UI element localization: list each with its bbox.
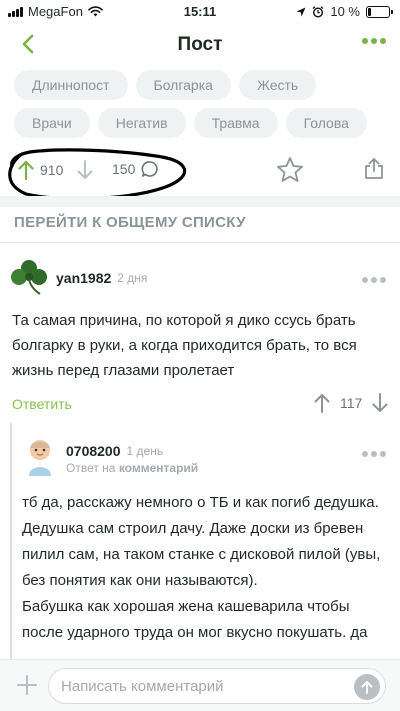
comments-count: 150 [112, 161, 136, 177]
post-action-bar: 910 150 [0, 140, 400, 196]
tag-chip[interactable]: Длиннопост [14, 70, 128, 100]
tag-chip[interactable]: Травма [193, 108, 278, 138]
reply-button[interactable]: Ответить [12, 396, 72, 412]
comment-username[interactable]: yan1982 [56, 270, 111, 286]
comment-header: yan1982 2 дня [56, 270, 147, 286]
rating-value: 910 [40, 162, 64, 178]
divider [0, 242, 400, 243]
status-right: 10 % [296, 4, 393, 19]
comment-vote: 117 [314, 393, 388, 413]
comment-header: 0708200 1 день [66, 443, 163, 459]
arrow-down-icon[interactable] [77, 160, 93, 180]
comment-more-icon[interactable] [362, 451, 386, 457]
clover-avatar-icon [11, 260, 47, 295]
reply-to-link[interactable]: комментарий [119, 461, 198, 475]
location-icon [296, 7, 306, 16]
arrow-down-icon[interactable] [372, 393, 388, 413]
share-icon[interactable] [364, 157, 384, 179]
battery-percent: 10 % [330, 4, 360, 19]
tag-chip[interactable]: Голова [285, 108, 367, 138]
tag-chip[interactable]: Жесть [238, 70, 317, 100]
section-divider [0, 196, 400, 207]
tag-chip[interactable]: Негатив [97, 108, 186, 138]
tag-chip[interactable]: Болгарка [135, 70, 231, 100]
nav-bar: Пост [0, 24, 400, 66]
tag-chip[interactable]: Врачи [14, 108, 90, 138]
goto-list-link[interactable]: ПЕРЕЙТИ К ОБЩЕМУ СПИСКУ [14, 214, 246, 231]
star-icon[interactable] [276, 156, 304, 183]
more-dots-icon[interactable] [362, 38, 386, 44]
send-button[interactable] [354, 674, 380, 700]
comment-time: 1 день [126, 444, 164, 458]
tag-row: Длиннопост Болгарка Жесть [14, 70, 400, 100]
reply-to-label: Ответ на комментарий [66, 461, 198, 475]
comment-bubble-icon [141, 161, 159, 177]
comment-username[interactable]: 0708200 [66, 443, 121, 459]
comments-button[interactable]: 150 [112, 160, 159, 178]
avatar [29, 440, 51, 476]
arrow-up-icon[interactable] [18, 160, 34, 180]
reply-to-prefix: Ответ на [66, 461, 116, 475]
comment-text: тб да, расскажу немного о ТБ и как погиб… [22, 494, 381, 641]
comment-more-icon[interactable] [362, 277, 386, 283]
battery-icon [366, 5, 393, 18]
post-rating: 910 [18, 160, 93, 180]
send-arrow-icon [361, 681, 373, 694]
alarm-icon [312, 5, 324, 18]
comment-input[interactable] [48, 668, 386, 704]
arrow-up-icon[interactable] [314, 393, 330, 413]
tag-row: Врачи Негатив Травма Голова [14, 108, 400, 138]
comment-time: 2 дня [117, 271, 148, 285]
status-bar: MegaFon 15:11 10 % [0, 0, 400, 24]
page-title: Пост [177, 34, 223, 55]
tag-list: Длиннопост Болгарка Жесть Врачи Негатив … [14, 70, 400, 146]
comment-text: Та самая причина, по которой я дико ссус… [12, 312, 357, 379]
plus-icon[interactable] [14, 672, 40, 698]
thread-line [10, 423, 12, 663]
comment-rating: 117 [340, 395, 363, 411]
comment-compose-bar [0, 659, 400, 711]
